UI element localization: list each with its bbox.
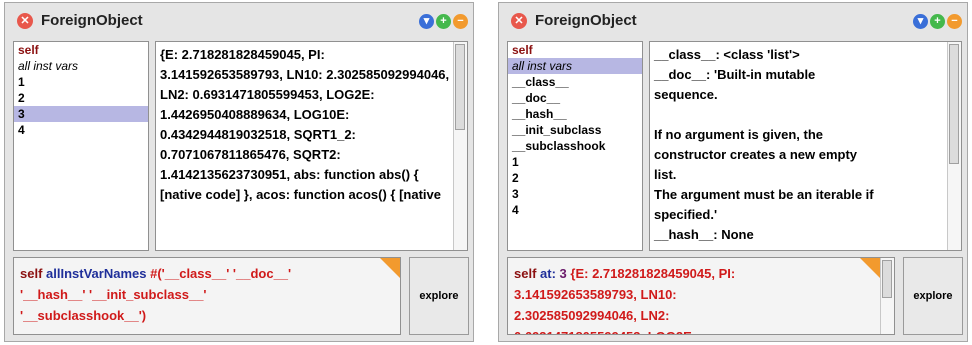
explore-button[interactable]: explore: [409, 257, 469, 335]
value-scrollbar[interactable]: [947, 42, 961, 250]
window-title: ForeignObject: [535, 12, 637, 29]
value-line: __doc__: 'Built-in mutable: [654, 67, 816, 82]
list-item[interactable]: __subclasshook: [508, 138, 642, 154]
list-item[interactable]: self: [14, 42, 148, 58]
value-line: __hash__: None: [654, 227, 754, 242]
close-icon[interactable]: ✕: [511, 13, 527, 29]
code-selector: allInstVarNames: [46, 266, 147, 281]
expand-icon[interactable]: +: [930, 14, 945, 29]
list-item[interactable]: 2: [508, 170, 642, 186]
value-pane[interactable]: {E: 2.718281828459045, PI: 3.14159265358…: [155, 41, 468, 251]
list-item[interactable]: all inst vars: [14, 58, 148, 74]
corner-marker: [380, 258, 400, 278]
title-bar[interactable]: ✕ ForeignObject ▾ + −: [499, 3, 967, 39]
value-line: sequence.: [654, 87, 718, 102]
title-bar[interactable]: ✕ ForeignObject ▾ + −: [5, 3, 473, 39]
code-selector: at:: [540, 266, 556, 281]
code-literal: '__hash__' '__init_subclass__': [20, 287, 207, 302]
list-item[interactable]: 1: [14, 74, 148, 90]
inspector-window-right: ✕ ForeignObject ▾ + − self all inst vars…: [498, 2, 968, 342]
list-item-selected[interactable]: 3: [14, 106, 148, 122]
code-result: 2.302585092994046, LN2:: [514, 308, 670, 323]
list-item[interactable]: __class__: [508, 74, 642, 90]
list-item[interactable]: 3: [508, 186, 642, 202]
list-item[interactable]: 4: [508, 202, 642, 218]
explore-button[interactable]: explore: [903, 257, 963, 335]
code-result: 3.141592653589793, LN10:: [514, 287, 677, 302]
value-pane[interactable]: __class__: <class 'list'> __doc__: 'Buil…: [649, 41, 962, 251]
list-item[interactable]: 1: [508, 154, 642, 170]
list-item[interactable]: __hash__: [508, 106, 642, 122]
list-item[interactable]: 2: [14, 90, 148, 106]
value-line: [654, 105, 944, 125]
code-result: {E: 2.718281828459045, PI:: [570, 266, 736, 281]
scrollbar-thumb[interactable]: [455, 44, 465, 130]
value-line: The argument must be an iterable if: [654, 187, 874, 202]
expand-icon[interactable]: +: [436, 14, 451, 29]
value-text: {E: 2.718281828459045, PI: 3.14159265358…: [160, 47, 450, 202]
list-item[interactable]: self: [508, 42, 642, 58]
value-line: constructor creates a new empty: [654, 147, 858, 162]
value-scrollbar[interactable]: [453, 42, 467, 250]
scrollbar-thumb[interactable]: [949, 44, 959, 164]
code-receiver: self: [20, 266, 43, 281]
window-title: ForeignObject: [41, 12, 143, 29]
code-pane[interactable]: self at: 3 {E: 2.718281828459045, PI: 3.…: [507, 257, 895, 335]
collapse-icon[interactable]: ▾: [419, 14, 434, 29]
list-item[interactable]: __doc__: [508, 90, 642, 106]
scrollbar-thumb[interactable]: [882, 260, 892, 298]
minimize-icon[interactable]: −: [947, 14, 962, 29]
inspector-field-list[interactable]: self all inst vars __class__ __doc__ __h…: [507, 41, 643, 251]
code-literal: #('__class__' '__doc__': [150, 266, 292, 281]
value-line: __class__: <class 'list'>: [654, 47, 800, 62]
value-line: specified.': [654, 207, 718, 222]
code-literal: '__subclasshook__'): [20, 308, 147, 323]
inspector-field-list[interactable]: self all inst vars 1 2 3 4: [13, 41, 149, 251]
code-scrollbar[interactable]: [880, 258, 894, 334]
list-item[interactable]: __init_subclass: [508, 122, 642, 138]
code-argument: 3: [559, 266, 567, 281]
minimize-icon[interactable]: −: [453, 14, 468, 29]
list-item-selected[interactable]: all inst vars: [508, 58, 642, 74]
code-pane[interactable]: self allInstVarNames #('__class__' '__do…: [13, 257, 401, 335]
value-line: If no argument is given, the: [654, 127, 824, 142]
list-item[interactable]: 4: [14, 122, 148, 138]
code-receiver: self: [514, 266, 537, 281]
collapse-icon[interactable]: ▾: [913, 14, 928, 29]
value-line: list.: [654, 167, 677, 182]
inspector-window-left: ✕ ForeignObject ▾ + − self all inst vars…: [4, 2, 474, 342]
code-result: 0.6931471805599453, LOG2E:: [514, 326, 874, 334]
corner-marker: [860, 258, 880, 278]
close-icon[interactable]: ✕: [17, 13, 33, 29]
